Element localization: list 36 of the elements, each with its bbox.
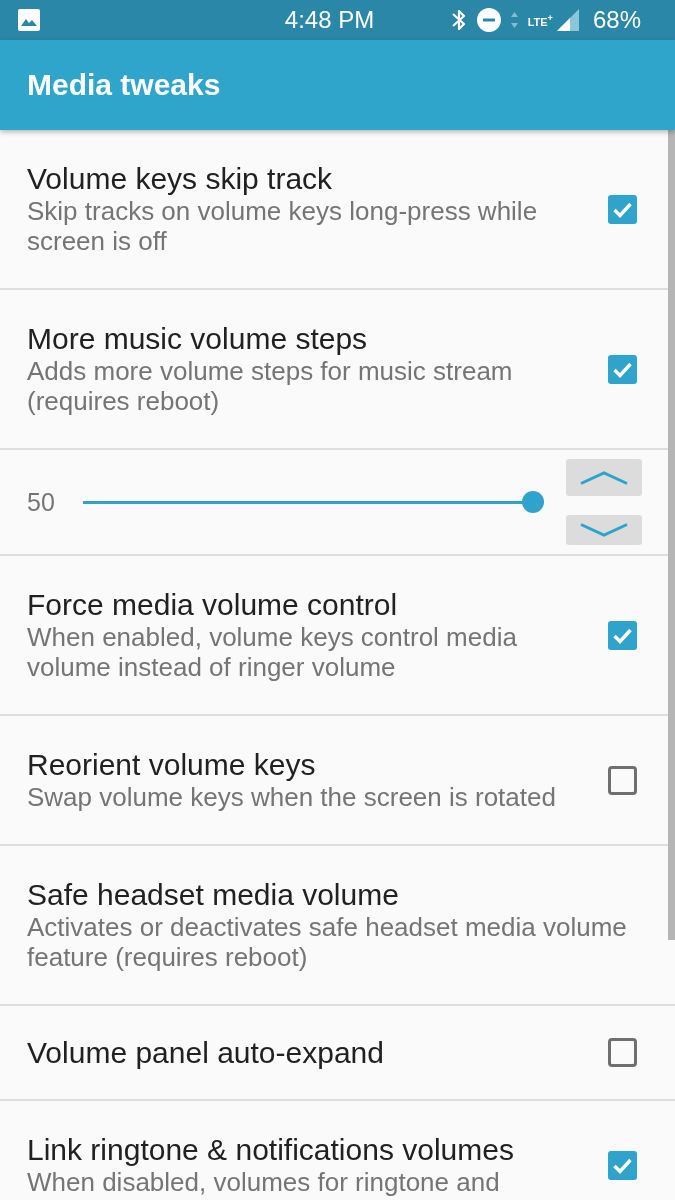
slider-thumb[interactable]: [522, 491, 544, 513]
checkbox[interactable]: [608, 620, 637, 650]
setting-title: Force media volume control: [27, 588, 399, 622]
clock: 4:48 PM: [284, 6, 375, 34]
setting-summary: Skip tracks on volume keys long-press while screen is off: [27, 196, 539, 256]
decrease-button[interactable]: [566, 515, 642, 545]
data-activity-icon: [510, 12, 518, 28]
setting-summary: Activates or deactivates safe headset media volume feature (requires reboot): [27, 912, 628, 972]
setting-title: Volume panel auto-expand: [27, 1035, 385, 1070]
increase-button[interactable]: [566, 459, 642, 496]
checkbox[interactable]: [608, 1150, 637, 1180]
setting-summary: Adds more volume steps for music stream (requires reboot): [27, 356, 514, 416]
scrollbar-thumb[interactable]: [668, 130, 675, 940]
checkbox[interactable]: [608, 1038, 637, 1067]
setting-summary: When disabled, volumes for ringtone and: [27, 1167, 501, 1197]
setting-title: Volume keys skip track: [27, 162, 334, 196]
setting-summary: Swap volume keys when the screen is rotated: [27, 782, 557, 812]
setting-summary: When enabled, volume keys control media volume instead of ringer volume: [27, 622, 518, 682]
chevron-up-icon: [580, 470, 628, 485]
slider-value: 50: [27, 487, 56, 517]
app-bar-title: Media tweaks: [27, 68, 221, 102]
image-icon: [18, 9, 40, 31]
bluetooth-icon: [450, 8, 467, 32]
setting-title: Reorient volume keys: [27, 748, 317, 782]
checkbox[interactable]: [608, 194, 637, 224]
setting-title: Link ringtone & notifications volumes: [27, 1133, 515, 1167]
setting-title: More music volume steps: [27, 322, 369, 356]
signal-icon: [556, 9, 579, 31]
slider-track[interactable]: [83, 491, 544, 513]
do-not-disturb-icon: [476, 8, 501, 32]
chevron-down-icon: [580, 523, 628, 537]
battery-percentage: 68%: [592, 6, 641, 34]
setting-title: Safe headset media volume: [27, 878, 400, 912]
network-type: LTE$^{+}$: [527, 13, 553, 28]
checkbox[interactable]: [608, 765, 637, 795]
checkbox[interactable]: [608, 354, 637, 384]
